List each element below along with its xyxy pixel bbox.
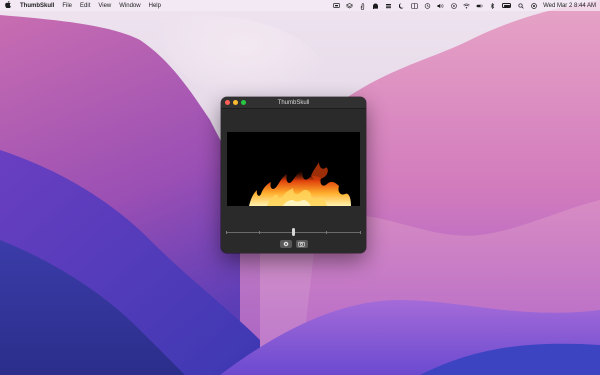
battery-icon[interactable] — [502, 3, 512, 8]
moon-icon[interactable] — [398, 2, 405, 9]
layers-icon[interactable] — [345, 2, 354, 9]
wifi-icon[interactable] — [463, 3, 470, 9]
video-preview — [227, 132, 360, 206]
slider-thumb[interactable] — [292, 228, 295, 236]
search-icon[interactable] — [517, 2, 524, 9]
menu-file[interactable]: File — [62, 3, 72, 9]
stack-icon[interactable] — [385, 3, 392, 9]
slider-tick — [259, 230, 260, 234]
slider-tick — [326, 230, 327, 234]
slider-tick — [360, 230, 361, 234]
traffic-lights — [225, 100, 246, 105]
zoom-button[interactable] — [241, 100, 246, 105]
time-machine-icon[interactable] — [424, 2, 431, 9]
slider-tick — [226, 230, 227, 234]
menu-edit[interactable]: Edit — [80, 3, 90, 9]
ghost-icon[interactable] — [372, 3, 379, 9]
bluetooth-icon[interactable] — [489, 2, 496, 9]
menu-view[interactable]: View — [98, 3, 111, 9]
menu-bar: ThumbSkull File Edit View Window Help We… — [0, 0, 600, 11]
thumbskull-window: ThumbSkull — [221, 97, 366, 253]
close-button[interactable] — [225, 100, 230, 105]
screenshot-button[interactable] — [295, 240, 308, 248]
finder-icon[interactable] — [411, 2, 418, 9]
window-titlebar[interactable]: ThumbSkull — [221, 97, 366, 109]
paperclip-icon[interactable] — [359, 2, 366, 10]
fire-image — [227, 132, 360, 206]
controls-bar — [221, 240, 366, 248]
camera-icon — [298, 241, 305, 247]
volume-icon[interactable] — [437, 3, 444, 9]
apple-menu-icon[interactable] — [4, 1, 12, 10]
gear-icon — [283, 241, 289, 247]
play-circle-icon[interactable] — [450, 2, 457, 9]
minimize-button[interactable] — [233, 100, 238, 105]
screen-mirror-icon[interactable] — [333, 2, 340, 9]
siri-icon[interactable] — [530, 2, 537, 9]
settings-button[interactable] — [279, 240, 292, 248]
menu-bar-clock[interactable]: Wed Mar 2 8:44 AM — [543, 3, 596, 9]
timeline-slider[interactable] — [226, 228, 361, 236]
control-toggle-icon[interactable] — [476, 3, 483, 9]
menu-window[interactable]: Window — [119, 3, 140, 9]
app-menu[interactable]: ThumbSkull — [20, 3, 54, 9]
desktop: ThumbSkull File Edit View Window Help We… — [0, 0, 600, 375]
menu-help[interactable]: Help — [149, 3, 161, 9]
